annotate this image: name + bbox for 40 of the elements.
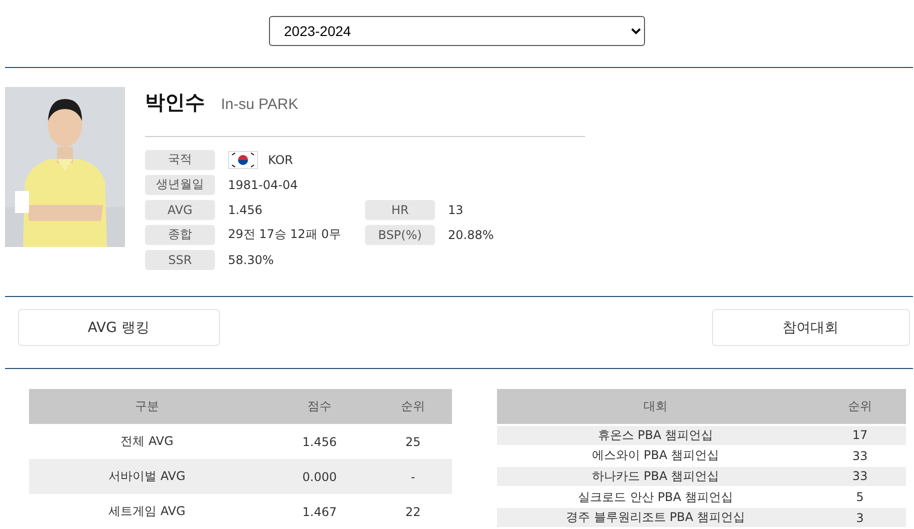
table-cell: 17: [814, 426, 906, 445]
table-cell-text: 1.456: [301, 434, 338, 450]
table-cell: 3: [814, 508, 906, 527]
table-cell: -: [374, 459, 452, 494]
table-cell: 서바이벌 AVG: [29, 459, 266, 494]
field-label: AVG: [145, 200, 215, 220]
table-cell: 경주 블루원리조트 PBA 챔피언십: [497, 508, 814, 527]
field-value: 58.30%: [228, 252, 274, 266]
column-header: 대회: [497, 389, 814, 424]
field-value: 1981-04-04: [228, 178, 298, 192]
column-header: 점수: [265, 389, 374, 424]
field-label: 국적: [145, 150, 215, 170]
table-cell-text: 세트게임 AVG: [108, 503, 186, 520]
column-header: 순위: [814, 389, 906, 424]
table-cell-text: 1.467: [301, 504, 338, 520]
tab-button[interactable]: 참여대회: [712, 309, 910, 346]
column-header: 순위: [374, 389, 452, 424]
field-label: SSR: [145, 250, 215, 270]
flag-icon: [228, 150, 258, 168]
field-label: 생년월일: [145, 174, 215, 194]
column-header: 구분: [29, 389, 266, 424]
field-value: 1.456: [228, 202, 262, 216]
player-english-name: In-su PARK: [221, 96, 298, 113]
field-value: KOR: [268, 152, 293, 166]
field-label: BSP(%): [365, 224, 435, 244]
table-cell-text: 25: [404, 434, 422, 450]
table-cell: 0.000: [265, 459, 374, 494]
table-cell: 33: [814, 467, 906, 486]
tab-button[interactable]: AVG 랭킹: [18, 309, 220, 346]
table-cell: 휴온스 PBA 챔피언십: [497, 426, 814, 445]
field-value: 20.88%: [448, 228, 494, 242]
table-cell-text: 전체 AVG: [120, 433, 174, 450]
table-cell: 하나카드 PBA 챔피언십: [497, 467, 814, 486]
field-value: 13: [448, 202, 464, 216]
player-name: 박인수: [145, 89, 205, 116]
table-cell-text: 22: [404, 504, 422, 520]
field-label: HR: [365, 200, 435, 220]
field-label: 종합: [145, 224, 215, 244]
season-select[interactable]: 2023-2024: [269, 16, 645, 46]
field-value: 29전 17승 12패 0무: [228, 226, 341, 243]
